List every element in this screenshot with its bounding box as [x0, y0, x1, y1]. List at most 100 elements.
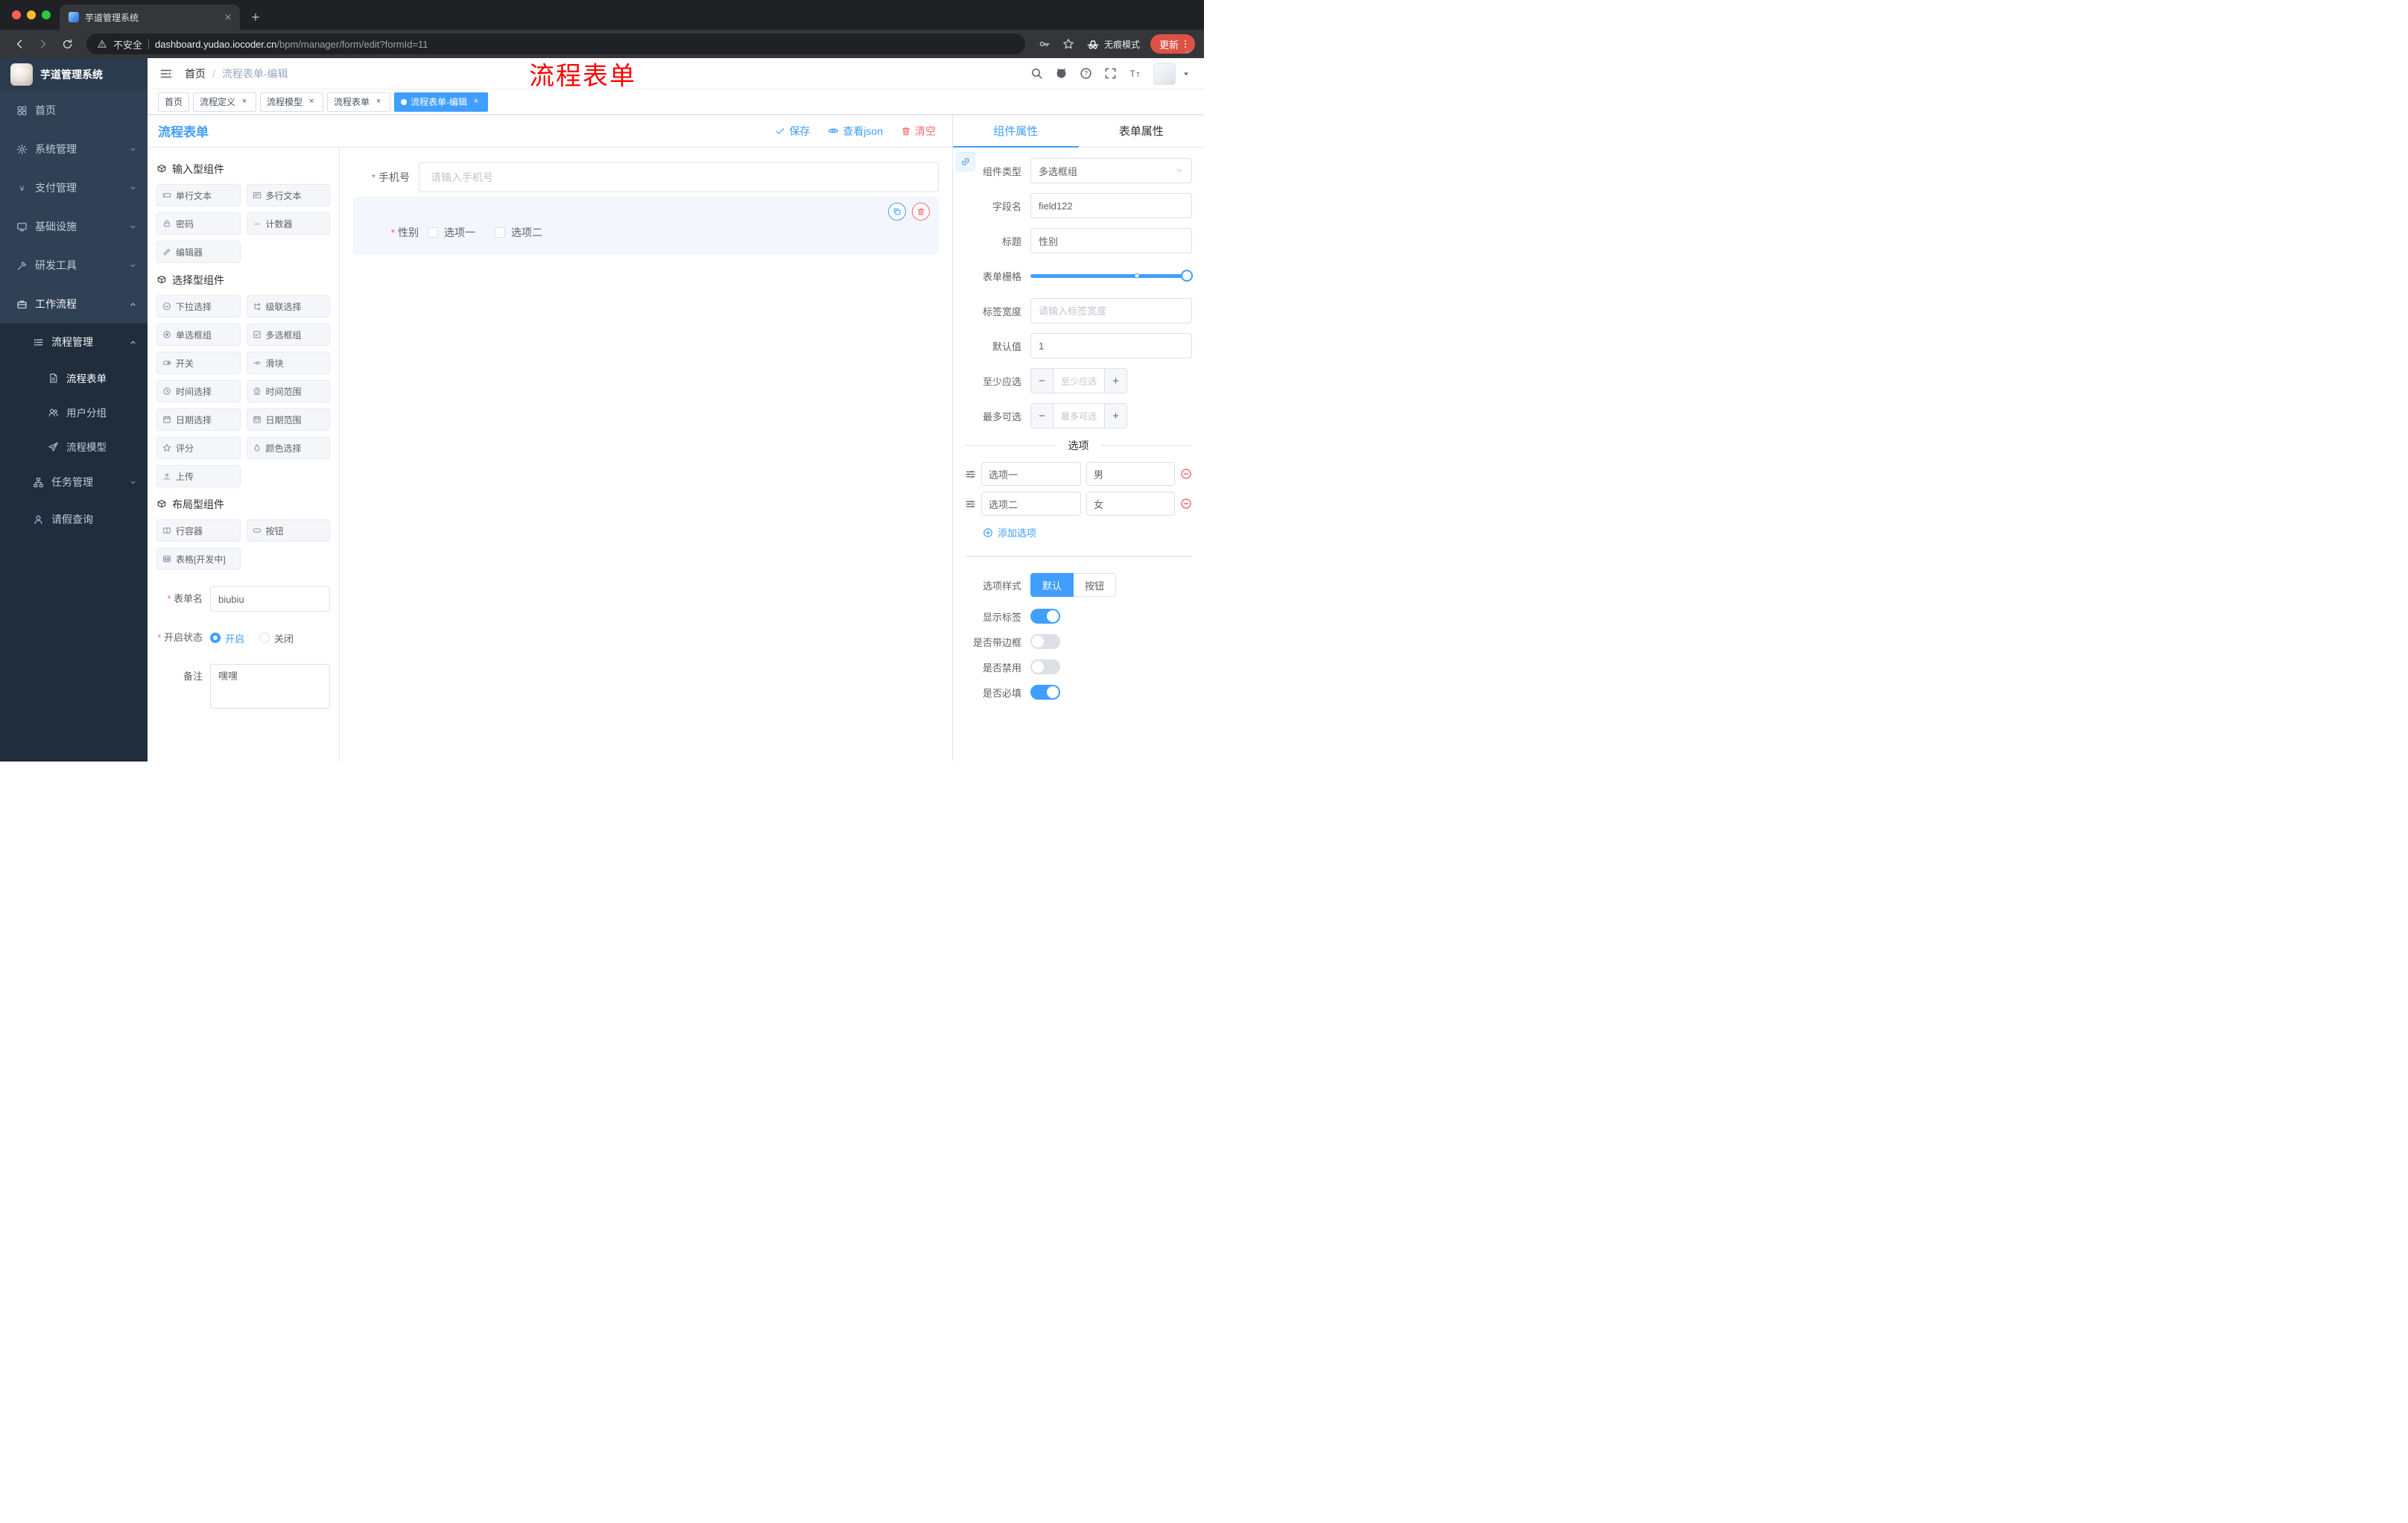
sidebar-item-leave-query[interactable]: 请假查询	[0, 501, 148, 538]
back-button[interactable]	[9, 34, 30, 54]
add-option-button[interactable]: 添加选项	[983, 525, 1192, 539]
search-button[interactable]	[1030, 67, 1043, 80]
tag-close-icon[interactable]: ×	[306, 97, 317, 107]
drag-handle[interactable]	[965, 469, 976, 480]
component-type-select[interactable]: 多选框组	[1030, 158, 1192, 183]
caret-down-icon[interactable]	[1182, 69, 1191, 78]
reload-button[interactable]	[57, 34, 77, 54]
clear-button[interactable]: 清空	[901, 124, 936, 139]
palette-item-upload[interactable]: 上传	[156, 465, 241, 487]
title-input[interactable]	[1030, 228, 1192, 253]
sidebar-item-process-mgmt[interactable]: 流程管理	[0, 323, 148, 361]
delete-widget-button[interactable]	[912, 203, 930, 221]
address-bar[interactable]: 不安全 dashboard.yudao.iocoder.cn/bpm/manag…	[86, 34, 1025, 54]
option-style-option-1[interactable]: 默认	[1030, 573, 1074, 597]
password-key-button[interactable]	[1034, 34, 1055, 54]
palette-item-single-line-text[interactable]: 单行文本	[156, 184, 241, 206]
form-remark-textarea[interactable]: 嘿嘿	[210, 664, 330, 709]
properties-tab-form[interactable]: 表单属性	[1079, 115, 1205, 147]
palette-item-switch[interactable]: 开关	[156, 352, 241, 374]
required-switch[interactable]	[1030, 685, 1060, 700]
option-value-input[interactable]	[1086, 462, 1175, 486]
palette-item-rate[interactable]: 评分	[156, 437, 241, 459]
max-select-value[interactable]: 最多可选	[1054, 404, 1104, 428]
link-icon-button[interactable]	[956, 152, 975, 171]
tag-close-icon[interactable]: ×	[373, 97, 384, 107]
increment-button[interactable]: +	[1104, 369, 1127, 393]
palette-item-button[interactable]: 按钮	[246, 519, 330, 542]
chevron-down-icon[interactable]	[1183, 45, 1192, 59]
tag-process-definition[interactable]: 流程定义 ×	[193, 92, 257, 112]
palette-item-editor[interactable]: 编辑器	[156, 241, 241, 263]
gender-option-2[interactable]: 选项二	[495, 225, 542, 240]
drag-handle[interactable]	[965, 498, 976, 510]
with-border-switch[interactable]	[1030, 634, 1060, 649]
option-style-option-2[interactable]: 按钮	[1074, 573, 1117, 597]
fullscreen-button[interactable]	[1104, 67, 1117, 80]
sidebar-item-user-group[interactable]: 用户分组	[0, 395, 148, 429]
palette-item-checkbox-group[interactable]: 多选框组	[246, 323, 330, 346]
window-minimize-button[interactable]	[27, 10, 36, 19]
label-width-input[interactable]	[1030, 298, 1192, 323]
avatar[interactable]	[1153, 62, 1176, 85]
sidebar-item-workflow[interactable]: 工作流程	[0, 285, 148, 323]
copy-widget-button[interactable]	[888, 203, 906, 221]
default-value-input[interactable]	[1030, 333, 1192, 358]
sidebar-item-infrastructure[interactable]: 基础设施	[0, 207, 148, 246]
tab-close-icon[interactable]	[222, 11, 234, 23]
palette-item-multi-line-text[interactable]: 多行文本	[246, 184, 330, 206]
palette-item-slider[interactable]: 滑块	[246, 352, 330, 374]
properties-tab-component[interactable]: 组件属性	[953, 115, 1079, 148]
window-zoom-button[interactable]	[42, 10, 51, 19]
forward-button[interactable]	[33, 34, 54, 54]
view-json-button[interactable]: 查看json	[828, 124, 883, 139]
palette-item-password[interactable]: 密码	[156, 212, 241, 235]
remove-option-button[interactable]	[1180, 468, 1192, 480]
tag-process-form[interactable]: 流程表单 ×	[327, 92, 391, 112]
disabled-switch[interactable]	[1030, 659, 1060, 674]
palette-item-time-picker[interactable]: 时间选择	[156, 380, 241, 402]
option-value-input[interactable]	[1086, 492, 1175, 516]
sidebar-item-task-mgmt[interactable]: 任务管理	[0, 463, 148, 501]
browser-tab[interactable]: 芋道管理系统	[60, 4, 240, 30]
hamburger-button[interactable]	[159, 67, 173, 80]
phone-field[interactable]: 手机号	[353, 162, 939, 192]
tag-home[interactable]: 首页	[158, 92, 190, 112]
bookmark-star-button[interactable]	[1058, 34, 1079, 54]
phone-input[interactable]	[419, 162, 939, 192]
sidebar-item-system-mgmt[interactable]: 系统管理	[0, 130, 148, 168]
show-label-switch[interactable]	[1030, 609, 1060, 624]
sidebar-item-process-form[interactable]: 流程表单	[0, 361, 148, 395]
palette-item-time-range[interactable]: 时间范围	[246, 380, 330, 402]
font-size-button[interactable]: TT	[1129, 67, 1141, 80]
option-label-input[interactable]	[981, 462, 1081, 486]
sidebar-item-dev-tools[interactable]: 研发工具	[0, 246, 148, 285]
increment-button[interactable]: +	[1104, 404, 1127, 428]
palette-item-radio-group[interactable]: 单选框组	[156, 323, 241, 346]
new-tab-button[interactable]	[246, 7, 265, 27]
palette-item-select[interactable]: 下拉选择	[156, 295, 241, 317]
status-radio-closed[interactable]: 关闭	[259, 631, 294, 645]
palette-item-counter[interactable]: 123 计数器	[246, 212, 330, 235]
form-name-input[interactable]	[210, 586, 330, 612]
sidebar-item-process-model[interactable]: 流程模型	[0, 429, 148, 463]
save-button[interactable]: 保存	[775, 124, 810, 139]
palette-item-cascader[interactable]: 级联选择	[246, 295, 330, 317]
status-radio-open[interactable]: 开启	[210, 631, 244, 645]
sidebar-item-payment-mgmt[interactable]: ¥ 支付管理	[0, 168, 148, 207]
palette-item-table-dev[interactable]: 表格[开发中]	[156, 548, 241, 570]
logo[interactable]: 芋道管理系统	[0, 58, 148, 91]
palette-item-color-picker[interactable]: 颜色选择	[246, 437, 330, 459]
palette-item-row-container[interactable]: 行容器	[156, 519, 241, 542]
breadcrumb-home[interactable]: 首页	[185, 66, 206, 81]
palette-item-date-picker[interactable]: 日期选择	[156, 408, 241, 431]
tag-process-form-edit[interactable]: 流程表单-编辑 ×	[394, 92, 489, 112]
tag-process-model[interactable]: 流程模型 ×	[260, 92, 324, 112]
min-select-value[interactable]: 至少应选	[1054, 369, 1104, 393]
form-grid-slider[interactable]	[1030, 263, 1193, 288]
github-button[interactable]	[1055, 67, 1068, 80]
decrement-button[interactable]: −	[1031, 404, 1054, 428]
help-button[interactable]: ?	[1080, 67, 1092, 80]
sidebar-item-home[interactable]: 首页	[0, 91, 148, 130]
tag-close-icon[interactable]: ×	[471, 97, 481, 107]
